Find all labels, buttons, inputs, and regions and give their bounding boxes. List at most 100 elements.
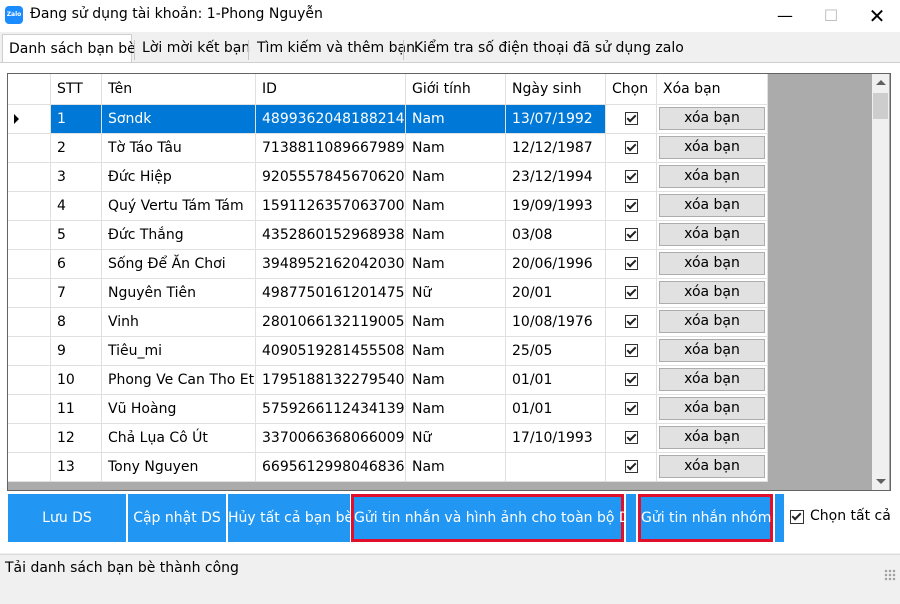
- column-header-ten[interactable]: Tên: [102, 74, 256, 105]
- cell-ten[interactable]: Vũ Hoàng: [102, 395, 256, 424]
- column-header-stt[interactable]: STT: [51, 74, 102, 105]
- cell-id[interactable]: 4899362048188214575: [256, 105, 406, 134]
- column-header-id[interactable]: ID: [256, 74, 406, 105]
- cell-chon[interactable]: [606, 337, 657, 366]
- cell-chon[interactable]: [606, 163, 657, 192]
- cell-ten[interactable]: Tờ Táo Tâu: [102, 134, 256, 163]
- cell-chon[interactable]: [606, 279, 657, 308]
- table-row[interactable]: 4Quý Vertu Tám Tám159112635706370020Nam1…: [8, 192, 768, 221]
- tab-danh-sach-ban-be[interactable]: Danh sách bạn bè: [2, 34, 136, 64]
- cell-id[interactable]: 3370066368066009621: [256, 424, 406, 453]
- vertical-scrollbar[interactable]: [872, 74, 889, 490]
- cell-stt[interactable]: 3: [51, 163, 102, 192]
- cell-ngay-sinh[interactable]: 20/01: [506, 279, 606, 308]
- cell-gioi-tinh[interactable]: Nam: [406, 337, 506, 366]
- xoa-ban-button[interactable]: xóa bạn: [659, 339, 765, 362]
- xoa-ban-button[interactable]: xóa bạn: [659, 426, 765, 449]
- table-row[interactable]: 10 Phong Ve Can Tho Eti... 179518813227954…: [8, 366, 768, 395]
- cell-stt[interactable]: 1: [51, 105, 102, 134]
- row-header[interactable]: [8, 163, 51, 192]
- cell-stt[interactable]: 6: [51, 250, 102, 279]
- friends-grid[interactable]: STT Tên ID Giới tính Ngày sinh Chọn Xóa …: [7, 73, 891, 491]
- checkbox-checked-icon[interactable]: [624, 431, 638, 444]
- cell-ngay-sinh[interactable]: 01/01: [506, 366, 606, 395]
- checkbox-checked-icon[interactable]: [624, 199, 638, 212]
- table-row[interactable]: 13Tony Nguyen6695612998046836538Nam xóa b…: [8, 453, 768, 482]
- cell-ten[interactable]: Sơndk: [102, 105, 256, 134]
- tab-loi-moi-ket-ban[interactable]: Lời mời kết bạn: [136, 36, 250, 62]
- row-header[interactable]: [8, 395, 51, 424]
- cell-ngay-sinh[interactable]: 12/12/1987: [506, 134, 606, 163]
- cell-id[interactable]: 4090519281455508501: [256, 337, 406, 366]
- cell-ngay-sinh[interactable]: 01/01: [506, 395, 606, 424]
- cell-stt[interactable]: 10: [51, 366, 102, 395]
- table-row[interactable]: 1Sơndk4899362048188214575Nam13/07/1992 xó…: [8, 105, 768, 134]
- row-header[interactable]: [8, 366, 51, 395]
- row-header[interactable]: [8, 105, 51, 134]
- xoa-ban-button[interactable]: xóa bạn: [659, 136, 765, 159]
- column-header-gioi-tinh[interactable]: Giới tính: [406, 74, 506, 105]
- cell-ten[interactable]: Vinh: [102, 308, 256, 337]
- checkbox-checked-icon[interactable]: [624, 373, 638, 386]
- cell-id[interactable]: 2801066132119005454: [256, 308, 406, 337]
- cell-stt[interactable]: 8: [51, 308, 102, 337]
- cell-gioi-tinh[interactable]: Nam: [406, 308, 506, 337]
- row-header[interactable]: [8, 279, 51, 308]
- xoa-ban-button[interactable]: xóa bạn: [659, 281, 765, 304]
- cell-chon[interactable]: [606, 308, 657, 337]
- maximize-button[interactable]: ☐: [808, 0, 854, 32]
- cell-ngay-sinh[interactable]: 10/08/1976: [506, 308, 606, 337]
- cell-gioi-tinh[interactable]: Nam: [406, 192, 506, 221]
- checkbox-checked-icon[interactable]: [624, 315, 638, 328]
- cell-ngay-sinh[interactable]: 20/06/1996: [506, 250, 606, 279]
- cell-stt[interactable]: 5: [51, 221, 102, 250]
- cell-id[interactable]: 3948952162042030876: [256, 250, 406, 279]
- cell-ten[interactable]: Tiêu_mi: [102, 337, 256, 366]
- cell-ngay-sinh[interactable]: 23/12/1994: [506, 163, 606, 192]
- cell-ngay-sinh[interactable]: 03/08: [506, 221, 606, 250]
- cell-chon[interactable]: [606, 424, 657, 453]
- scroll-up-icon[interactable]: [872, 74, 889, 91]
- xoa-ban-button[interactable]: xóa bạn: [659, 368, 765, 391]
- minimize-button[interactable]: —: [762, 0, 808, 32]
- luu-ds-button[interactable]: Lưu DS: [8, 494, 126, 542]
- cell-ngay-sinh[interactable]: 13/07/1992: [506, 105, 606, 134]
- cell-chon[interactable]: [606, 221, 657, 250]
- gui-tin-nhan-toan-bo-ds-button[interactable]: Gửi tin nhắn và hình ảnh cho toàn bộ DS: [351, 494, 639, 542]
- cell-gioi-tinh[interactable]: Nam: [406, 105, 506, 134]
- cell-gioi-tinh[interactable]: Nam: [406, 366, 506, 395]
- checkbox-checked-icon[interactable]: [624, 286, 638, 299]
- cell-id[interactable]: 7138811089667989955: [256, 134, 406, 163]
- cell-gioi-tinh[interactable]: Nam: [406, 395, 506, 424]
- xoa-ban-button[interactable]: xóa bạn: [659, 223, 765, 246]
- cell-stt[interactable]: 2: [51, 134, 102, 163]
- cell-gioi-tinh[interactable]: Nam: [406, 134, 506, 163]
- row-header[interactable]: [8, 250, 51, 279]
- cell-chon[interactable]: [606, 105, 657, 134]
- cell-gioi-tinh[interactable]: Nữ: [406, 279, 506, 308]
- table-row[interactable]: 8Vinh2801066132119005454Nam10/08/1976 xóa…: [8, 308, 768, 337]
- gui-tin-nhan-nhom-button[interactable]: Gửi tin nhắn nhóm: [638, 494, 773, 542]
- table-row[interactable]: 3Đức Hiệp9205557845670620945Nam23/12/199…: [8, 163, 768, 192]
- cap-nhat-ds-button[interactable]: Cập nhật DS: [128, 494, 226, 542]
- cell-stt[interactable]: 12: [51, 424, 102, 453]
- checkbox-checked-icon[interactable]: [624, 344, 638, 357]
- cell-stt[interactable]: 7: [51, 279, 102, 308]
- xoa-ban-button[interactable]: xóa bạn: [659, 165, 765, 188]
- row-header[interactable]: [8, 134, 51, 163]
- cell-id[interactable]: 159112635706370020: [256, 192, 406, 221]
- xoa-ban-button[interactable]: xóa bạn: [659, 310, 765, 333]
- checkbox-checked-icon[interactable]: [624, 141, 638, 154]
- cell-chon[interactable]: [606, 192, 657, 221]
- cell-stt[interactable]: 13: [51, 453, 102, 482]
- cell-id[interactable]: 4987750161201475049: [256, 279, 406, 308]
- checkbox-checked-icon[interactable]: [624, 228, 638, 241]
- cell-id[interactable]: 5759266112434139708: [256, 395, 406, 424]
- cell-ngay-sinh[interactable]: 25/05: [506, 337, 606, 366]
- cell-stt[interactable]: 9: [51, 337, 102, 366]
- cell-gioi-tinh[interactable]: Nam: [406, 221, 506, 250]
- checkbox-checked-icon[interactable]: [624, 112, 638, 125]
- cell-gioi-tinh[interactable]: Nam: [406, 163, 506, 192]
- xoa-ban-button[interactable]: xóa bạn: [659, 252, 765, 275]
- cell-id[interactable]: 6695612998046836538: [256, 453, 406, 482]
